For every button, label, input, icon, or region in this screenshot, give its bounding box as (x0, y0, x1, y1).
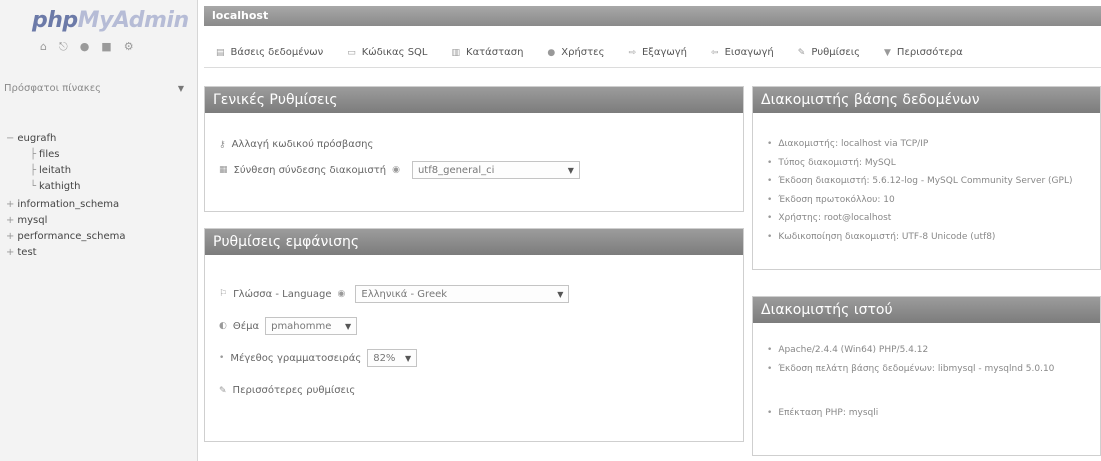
collation-select[interactable]: utf8_general_ci ▼ (411, 161, 580, 179)
users-icon: ● (547, 47, 556, 58)
expand-icon[interactable]: + (6, 247, 14, 258)
font-size-label: Μέγεθος γραμματοσειράς (230, 352, 362, 364)
recent-tables-label: Πρόσφατοι πίνακες (4, 82, 101, 94)
wrench-icon: ✎ (219, 385, 227, 396)
list-item: Διακομιστής: localhost via TCP/IP (767, 135, 1073, 154)
tab-status[interactable]: ▥ Κατάσταση (452, 38, 524, 68)
expand-icon[interactable]: + (6, 199, 14, 210)
help-icon[interactable]: ◉ (392, 165, 400, 175)
tab-databases[interactable]: ▤ Βάσεις δεδομένων (216, 38, 323, 68)
settings-icon[interactable]: ⚙ (124, 40, 134, 54)
collation-label: Σύνθεση σύνδεσης διακομιστή (233, 164, 387, 176)
bullet-icon: • (219, 353, 225, 363)
sql-icon: ▭ (347, 47, 356, 58)
web-server-panel: Διακομιστής ιστού Apache/2.4.4 (Win64) P… (752, 296, 1101, 456)
breadcrumb-bar: localhost (204, 6, 1101, 26)
general-settings-title: Γενικές Ρυθμίσεις (205, 87, 743, 113)
theme-select[interactable]: pmahomme ▼ (265, 317, 358, 335)
docs-icon[interactable]: ■ (101, 40, 111, 54)
database-server-info-list: Διακομιστής: localhost via TCP/IP Τύπος … (767, 135, 1073, 247)
list-item: Apache/2.4.4 (Win64) PHP/5.4.12 (767, 341, 1054, 360)
chevron-down-icon: ▼ (557, 289, 564, 299)
expand-icon[interactable]: + (6, 215, 14, 226)
tree-branch-icon: └ (30, 181, 37, 192)
theme-label: Θέμα (232, 320, 260, 332)
tree-db-files[interactable]: ├ files (30, 148, 59, 162)
tab-settings[interactable]: ✎ Ρυθμίσεις (798, 38, 860, 68)
font-size-select[interactable]: 82% ▼ (367, 349, 418, 367)
language-row: ⚐ Γλώσσα - Language ◉ Ελληνικά - Greek ▼ (219, 285, 570, 303)
logout-icon[interactable]: ⎋ (59, 40, 68, 54)
help-icon[interactable]: ● (80, 40, 90, 54)
list-item: Έκδοση πελάτη βάσης δεδομένων: libmysql … (767, 360, 1054, 379)
tab-import[interactable]: ⇦ Εισαγωγή (711, 38, 774, 68)
appearance-settings-panel: Ρυθμίσεις εμφάνισης ⚐ Γλώσσα - Language … (204, 228, 744, 442)
export-icon: ⇨ (628, 47, 636, 58)
web-server-info-list: Apache/2.4.4 (Win64) PHP/5.4.12 Έκδοση π… (767, 341, 1054, 423)
theme-row: ◐ Θέμα pmahomme ▼ (219, 317, 358, 335)
tab-users[interactable]: ● Χρήστες (547, 38, 604, 68)
language-label: Γλώσσα - Language (233, 288, 332, 300)
tree-branch-icon: ├ (30, 165, 37, 176)
tab-more[interactable]: ▼ Περισσότερα (884, 38, 963, 68)
home-icon[interactable]: ⌂ (40, 40, 47, 54)
breadcrumb-server[interactable]: localhost (212, 9, 268, 22)
list-item: Έκδοση διακομιστή: 5.6.12-log - MySQL Co… (767, 172, 1072, 191)
database-server-panel: Διακομιστής βάσης δεδομένων Διακομιστής:… (752, 86, 1101, 270)
tree-db-eugrafh[interactable]: − eugrafh (6, 132, 56, 146)
import-icon: ⇦ (711, 47, 719, 58)
tab-sql[interactable]: ▭ Κώδικας SQL (347, 38, 427, 68)
change-password-link[interactable]: ⚷ Αλλαγή κωδικού πρόσβασης (219, 139, 373, 150)
list-item: Τύπος διακομιστή: MySQL (767, 154, 1073, 173)
list-item: Χρήστης: root@localhost (767, 209, 1073, 228)
main-tabs: ▤ Βάσεις δεδομένων ▭ Κώδικας SQL ▥ Κατάστασ… (204, 38, 1101, 68)
chevron-down-icon: ▼ (177, 83, 184, 93)
database-icon: ▤ (216, 47, 225, 58)
tree-db-information-schema[interactable]: + information_schema (6, 198, 119, 212)
collapse-icon[interactable]: − (6, 133, 14, 144)
sidebar-icon-bar: ⌂ ⎋ ● ■ ⚙ (40, 40, 134, 54)
theme-icon: ◐ (219, 321, 227, 331)
key-icon: ⚷ (219, 139, 226, 150)
language-select[interactable]: Ελληνικά - Greek ▼ (355, 285, 570, 303)
list-item: Κωδικοποίηση διακομιστή: UTF-8 Unicode (… (767, 228, 1073, 247)
recent-tables-select[interactable]: Πρόσφατοι πίνακες ▼ (4, 80, 184, 96)
tree-branch-icon: ├ (30, 149, 37, 160)
chevron-down-icon: ▼ (344, 321, 352, 331)
list-item: Επέκταση PHP: mysqli (767, 404, 1054, 423)
chevron-down-icon: ▼ (567, 165, 574, 175)
collation-icon: ▦ (219, 165, 228, 175)
more-settings-link[interactable]: ✎ Περισσότερες ρυθμίσεις (219, 385, 355, 396)
list-item: Έκδοση πρωτοκόλλου: 10 (767, 191, 1073, 210)
help-icon[interactable]: ◉ (338, 289, 346, 299)
tree-db-leitath[interactable]: ├ leitath (30, 164, 71, 178)
tree-db-kathigth[interactable]: └ kathigth (30, 180, 80, 194)
appearance-settings-title: Ρυθμίσεις εμφάνισης (205, 229, 743, 255)
chevron-down-icon: ▼ (405, 353, 412, 363)
language-icon: ⚐ (219, 289, 228, 299)
font-size-row: • Μέγεθος γραμματοσειράς 82% ▼ (219, 349, 418, 367)
tree-db-performance-schema[interactable]: + performance_schema (6, 230, 126, 244)
status-icon: ▥ (451, 47, 461, 58)
more-icon: ▼ (884, 47, 891, 58)
general-settings-panel: Γενικές Ρυθμίσεις ⚷ Αλλαγή κωδικού πρόσβ… (204, 86, 744, 212)
tab-export[interactable]: ⇨ Εξαγωγή (628, 38, 687, 68)
database-server-title: Διακομιστής βάσης δεδομένων (753, 87, 1100, 113)
tree-db-mysql[interactable]: + mysql (6, 214, 47, 228)
expand-icon[interactable]: + (6, 231, 14, 242)
collation-row: ▦ Σύνθεση σύνδεσης διακομιστή ◉ utf8_gen… (219, 161, 580, 179)
tree-db-test[interactable]: + test (6, 246, 37, 260)
phpmyadmin-logo[interactable]: phpMyAdmin (32, 8, 189, 33)
navigation-sidebar: phpMyAdmin ⌂ ⎋ ● ■ ⚙ Πρόσφατοι πίνακες ▼… (0, 0, 198, 461)
settings-icon: ✎ (797, 47, 806, 58)
web-server-title: Διακομιστής ιστού (753, 297, 1100, 323)
